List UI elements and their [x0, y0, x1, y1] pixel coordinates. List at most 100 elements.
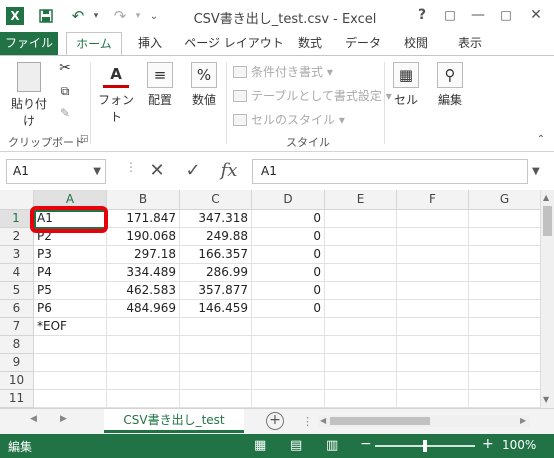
- tab-data[interactable]: データ: [340, 32, 386, 56]
- zoom-out-icon[interactable]: −: [360, 436, 372, 452]
- number-button[interactable]: % 数値: [186, 62, 222, 108]
- row-header[interactable]: 3: [0, 246, 34, 264]
- column-header[interactable]: C: [180, 190, 252, 210]
- row-header[interactable]: 1: [0, 210, 34, 228]
- cancel-icon[interactable]: ✕: [144, 160, 170, 181]
- grid-cell[interactable]: [325, 372, 397, 390]
- cell-styles-button[interactable]: セルのスタイル ▾: [233, 111, 345, 128]
- grid-cell[interactable]: [107, 336, 180, 354]
- cell-a6[interactable]: P6: [34, 300, 107, 318]
- grid-cell[interactable]: [397, 354, 469, 372]
- column-header[interactable]: F: [397, 190, 469, 210]
- row-header[interactable]: 8: [0, 336, 34, 354]
- maximize-button[interactable]: □: [494, 4, 518, 26]
- horizontal-scrollbar[interactable]: ◀ ▶: [318, 415, 530, 427]
- name-box[interactable]: A1 ▼: [6, 159, 106, 184]
- format-painter-icon[interactable]: ✎: [56, 106, 74, 120]
- grid-cell[interactable]: [252, 336, 325, 354]
- formula-input[interactable]: A1: [252, 159, 528, 184]
- grid-cell[interactable]: [180, 372, 252, 390]
- cell-c6[interactable]: 146.459: [180, 300, 252, 318]
- cell-a7[interactable]: *EOF: [34, 318, 107, 336]
- row-header[interactable]: 7: [0, 318, 34, 336]
- tab-view[interactable]: 表示: [450, 32, 490, 56]
- cell-d5[interactable]: 0: [252, 282, 325, 300]
- grid-cell[interactable]: [180, 336, 252, 354]
- grid-cell[interactable]: [469, 372, 540, 390]
- cell-d6[interactable]: 0: [252, 300, 325, 318]
- cell-b4[interactable]: 334.489: [107, 264, 180, 282]
- grid-cell[interactable]: [107, 318, 180, 336]
- undo-icon[interactable]: ↶: [68, 6, 88, 26]
- row-header[interactable]: 6: [0, 300, 34, 318]
- zoom-level[interactable]: 100%: [502, 438, 536, 452]
- normal-view-icon[interactable]: ▦: [254, 438, 266, 453]
- enter-icon[interactable]: ✓: [180, 160, 206, 181]
- help-button[interactable]: ?: [410, 4, 434, 26]
- grid-cell[interactable]: [252, 318, 325, 336]
- grid-cell[interactable]: [469, 318, 540, 336]
- cell-b2[interactable]: 190.068: [107, 228, 180, 246]
- tab-formulas[interactable]: 数式: [290, 32, 330, 56]
- grid-cell[interactable]: [397, 300, 469, 318]
- grid-cell[interactable]: [180, 354, 252, 372]
- grid-cell[interactable]: [325, 210, 397, 228]
- row-header[interactable]: 11: [0, 390, 34, 408]
- grid-cell[interactable]: [397, 318, 469, 336]
- select-all-corner[interactable]: [0, 190, 34, 210]
- cut-icon[interactable]: ✂: [56, 60, 74, 76]
- cell-d2[interactable]: 0: [252, 228, 325, 246]
- font-button[interactable]: A フォント: [96, 62, 136, 125]
- grid-cell[interactable]: [325, 264, 397, 282]
- scroll-thumb[interactable]: [330, 417, 430, 425]
- vertical-scrollbar[interactable]: ▲ ▼: [540, 190, 554, 408]
- ribbon-display-button[interactable]: □: [438, 4, 462, 26]
- tab-review[interactable]: 校閲: [396, 32, 436, 56]
- cell-c5[interactable]: 357.877: [180, 282, 252, 300]
- grid-cell[interactable]: [252, 390, 325, 408]
- row-header[interactable]: 2: [0, 228, 34, 246]
- grid-cell[interactable]: [325, 228, 397, 246]
- cell-c1[interactable]: 347.318: [180, 210, 252, 228]
- grid-cell[interactable]: [397, 228, 469, 246]
- scroll-up-icon[interactable]: ▲: [543, 193, 549, 202]
- page-break-view-icon[interactable]: ▥: [326, 438, 338, 453]
- zoom-slider-knob[interactable]: [423, 440, 427, 452]
- page-layout-view-icon[interactable]: ▤: [290, 438, 302, 453]
- grid-cell[interactable]: [34, 372, 107, 390]
- redo-icon[interactable]: ↷: [110, 6, 130, 26]
- grid-cell[interactable]: [325, 246, 397, 264]
- expand-formula-icon[interactable]: ▼: [532, 166, 540, 177]
- grid-cell[interactable]: [180, 318, 252, 336]
- grid-cell[interactable]: [469, 354, 540, 372]
- format-as-table-button[interactable]: テーブルとして書式設定 ▾: [233, 87, 392, 104]
- row-header[interactable]: 9: [0, 354, 34, 372]
- cell-c2[interactable]: 249.88: [180, 228, 252, 246]
- grid-cell[interactable]: [252, 354, 325, 372]
- grid-cell[interactable]: [397, 390, 469, 408]
- sheet-next-icon[interactable]: ▶: [60, 414, 67, 424]
- grid-cell[interactable]: [107, 372, 180, 390]
- grid-cell[interactable]: [469, 246, 540, 264]
- chevron-down-icon[interactable]: ▼: [93, 160, 101, 183]
- conditional-formatting-button[interactable]: 条件付き書式 ▾: [233, 63, 333, 80]
- sheet-prev-icon[interactable]: ◀: [30, 414, 37, 424]
- grid-cell[interactable]: [469, 336, 540, 354]
- cell-d1[interactable]: 0: [252, 210, 325, 228]
- grid-cell[interactable]: [180, 390, 252, 408]
- cell-b1[interactable]: 171.847: [107, 210, 180, 228]
- cell-d3[interactable]: 0: [252, 246, 325, 264]
- grid-cell[interactable]: [469, 228, 540, 246]
- grid-cell[interactable]: [469, 300, 540, 318]
- scroll-left-icon[interactable]: ◀: [320, 416, 326, 425]
- row-header[interactable]: 4: [0, 264, 34, 282]
- grid-cell[interactable]: [325, 390, 397, 408]
- grid-cell[interactable]: [397, 282, 469, 300]
- grid-cell[interactable]: [252, 372, 325, 390]
- cell-c4[interactable]: 286.99: [180, 264, 252, 282]
- tab-file[interactable]: ファイル: [0, 32, 58, 56]
- save-icon[interactable]: [36, 6, 56, 26]
- cell-a5[interactable]: P5: [34, 282, 107, 300]
- grid-cell[interactable]: [34, 390, 107, 408]
- grid-cell[interactable]: [325, 300, 397, 318]
